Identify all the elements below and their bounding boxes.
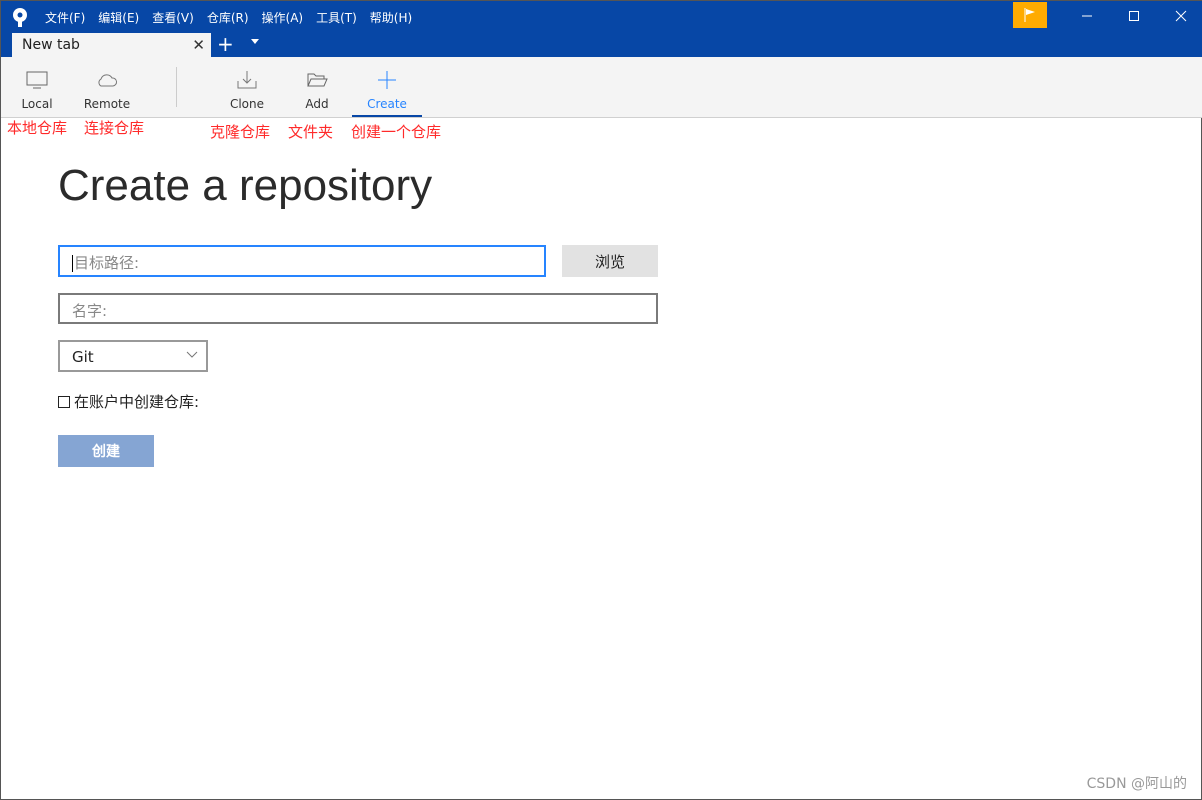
- menu-actions[interactable]: 操作(A): [262, 9, 304, 26]
- maximize-icon: [1129, 11, 1139, 21]
- flag-button[interactable]: [1013, 2, 1047, 28]
- flag-icon: [1024, 8, 1035, 22]
- menu-help[interactable]: 帮助(H): [370, 9, 412, 26]
- menu-tools[interactable]: 工具(T): [316, 9, 357, 26]
- annotation-clone: 克隆仓库: [210, 123, 271, 141]
- close-icon: [1175, 10, 1187, 22]
- minimize-icon: [1082, 15, 1092, 17]
- monitor-icon: [26, 71, 48, 89]
- create-tab-button[interactable]: Create: [352, 57, 422, 117]
- remote-button[interactable]: Remote: [81, 57, 133, 117]
- annotation-local: 本地仓库: [7, 119, 68, 137]
- toolbar-divider: [176, 67, 177, 107]
- toolbar: Local Remote Clone Add Create: [1, 57, 1202, 118]
- close-window-button[interactable]: [1161, 5, 1201, 27]
- add-button[interactable]: Add: [295, 57, 339, 117]
- create-in-account-checkbox[interactable]: 在账户中创建仓库:: [58, 391, 199, 412]
- name-input[interactable]: 名字:: [58, 293, 658, 324]
- checkbox-box[interactable]: [58, 395, 70, 408]
- destination-path-input[interactable]: 目标路径:: [58, 245, 546, 277]
- download-icon: [237, 71, 257, 89]
- text-caret: [72, 255, 73, 272]
- folder-open-icon: [307, 73, 328, 87]
- app-logo-icon: [13, 8, 27, 27]
- chevron-down-icon: [186, 351, 198, 358]
- page-title: Create a repository: [58, 161, 433, 210]
- annotation-remote: 连接仓库: [84, 119, 145, 137]
- title-bar: 文件(F) 编辑(E) 查看(V) 仓库(R) 操作(A) 工具(T) 帮助(H…: [1, 1, 1202, 57]
- annotation-create: 创建一个仓库: [351, 123, 442, 141]
- browse-button[interactable]: 浏览: [562, 245, 658, 277]
- create-button[interactable]: 创建: [58, 435, 154, 467]
- menu-view[interactable]: 查看(V): [152, 9, 194, 26]
- tab-new-tab[interactable]: New tab ✕: [12, 33, 211, 57]
- clone-button[interactable]: Clone: [225, 57, 269, 117]
- menu-bar: 文件(F) 编辑(E) 查看(V) 仓库(R) 操作(A) 工具(T) 帮助(H…: [45, 9, 412, 26]
- menu-repository[interactable]: 仓库(R): [207, 9, 249, 26]
- minimize-button[interactable]: [1067, 5, 1107, 27]
- plus-icon: [378, 71, 396, 89]
- tab-close-icon[interactable]: ✕: [192, 36, 205, 54]
- menu-file[interactable]: 文件(F): [45, 9, 85, 26]
- local-button[interactable]: Local: [15, 57, 59, 117]
- menu-edit[interactable]: 编辑(E): [98, 9, 139, 26]
- new-tab-button[interactable]: +: [217, 32, 234, 56]
- tab-label: New tab: [22, 37, 80, 53]
- tab-dropdown-icon[interactable]: [251, 39, 259, 44]
- annotation-add: 文件夹: [288, 123, 334, 141]
- watermark: CSDN @阿山的: [1086, 776, 1187, 792]
- maximize-button[interactable]: [1114, 5, 1154, 27]
- cloud-icon: [98, 74, 117, 87]
- repo-type-select[interactable]: Git: [58, 340, 208, 372]
